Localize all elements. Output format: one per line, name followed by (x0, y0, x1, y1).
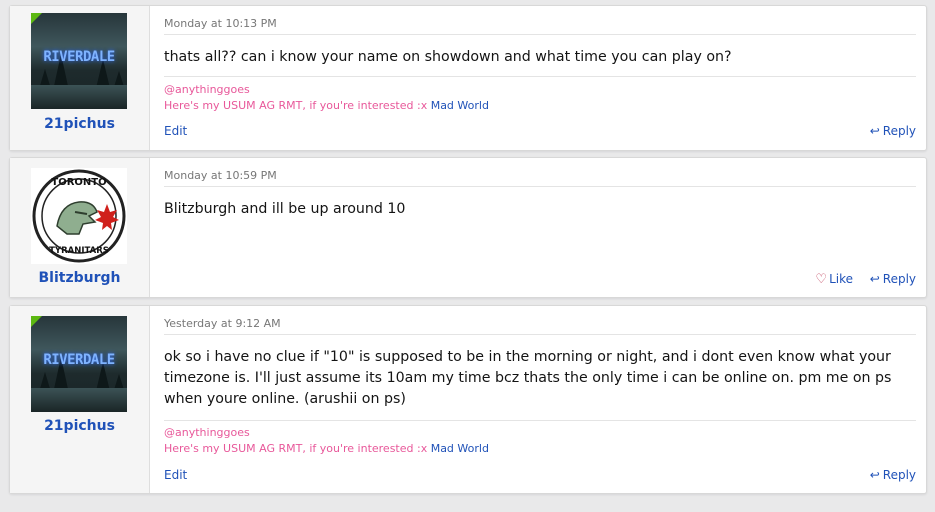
reply-button[interactable]: ↩ Reply (870, 124, 916, 138)
username[interactable]: 21pichus (10, 116, 149, 132)
signature-link[interactable]: Mad World (431, 442, 489, 455)
post-content: Yesterday at 9:12 AM ok so i have no clu… (150, 306, 926, 493)
reply-button[interactable]: ↩ Reply (870, 272, 916, 286)
reply-label: Reply (882, 124, 916, 138)
avatar-text: RIVERDALE (43, 352, 115, 368)
divider (164, 186, 916, 187)
signature-mention: @anythinggoes (164, 426, 250, 439)
reply-label: Reply (882, 468, 916, 482)
reply-icon: ↩ (869, 468, 880, 482)
post-message: thats all?? can i know your name on show… (164, 49, 732, 65)
toronto-tyranitars-logo-icon: TORONTO TYRANITARS (32, 169, 126, 263)
signature-text: Here's my USUM AG RMT, if you're interes… (164, 99, 428, 112)
username[interactable]: Blitzburgh (10, 270, 149, 286)
user-column: RIVERDALE 21pichus (10, 306, 150, 493)
avatar-text: RIVERDALE (43, 49, 115, 65)
avatar[interactable]: RIVERDALE (31, 13, 127, 109)
post: RIVERDALE 21pichus Monday at 10:13 PM th… (9, 5, 927, 151)
divider (164, 34, 916, 35)
post-date[interactable]: Monday at 10:13 PM (164, 17, 277, 30)
edit-link[interactable]: Edit (164, 468, 187, 482)
divider (164, 334, 916, 335)
like-button[interactable]: ♡ Like (815, 272, 853, 287)
signature-divider (164, 76, 916, 77)
post: RIVERDALE 21pichus Yesterday at 9:12 AM … (9, 305, 927, 494)
reply-icon: ↩ (869, 124, 880, 138)
like-icon: ♡ (815, 272, 828, 287)
post-content: Monday at 10:13 PM thats all?? can i kno… (150, 6, 926, 150)
signature: @anythinggoes Here's my USUM AG RMT, if … (164, 82, 489, 114)
avatar[interactable]: TORONTO TYRANITARS (31, 168, 127, 264)
post-date[interactable]: Yesterday at 9:12 AM (164, 317, 281, 330)
reply-label: Reply (882, 272, 916, 286)
user-column: RIVERDALE 21pichus (10, 6, 150, 150)
post-message: ok so i have no clue if "10" is supposed… (164, 349, 892, 407)
avatar[interactable]: RIVERDALE (31, 316, 127, 412)
signature: @anythinggoes Here's my USUM AG RMT, if … (164, 425, 489, 457)
post-message: Blitzburgh and ill be up around 10 (164, 201, 406, 217)
reply-button[interactable]: ↩ Reply (870, 468, 916, 482)
post-date[interactable]: Monday at 10:59 PM (164, 169, 277, 182)
like-label: Like (829, 272, 853, 286)
online-indicator (31, 13, 42, 24)
signature-mention: @anythinggoes (164, 83, 250, 96)
user-column: TORONTO TYRANITARS Blitzburgh (10, 158, 150, 297)
edit-link[interactable]: Edit (164, 124, 187, 138)
post-content: Monday at 10:59 PM Blitzburgh and ill be… (150, 158, 926, 297)
signature-link[interactable]: Mad World (431, 99, 489, 112)
signature-text: Here's my USUM AG RMT, if you're interes… (164, 442, 428, 455)
post: TORONTO TYRANITARS Blitzburgh Monday at … (9, 157, 927, 298)
username[interactable]: 21pichus (10, 418, 149, 434)
signature-divider (164, 420, 916, 421)
logo-text-top: TORONTO (51, 177, 106, 188)
reply-icon: ↩ (869, 272, 880, 286)
logo-text-bottom: TYRANITARS (49, 246, 109, 256)
online-indicator (31, 316, 42, 327)
